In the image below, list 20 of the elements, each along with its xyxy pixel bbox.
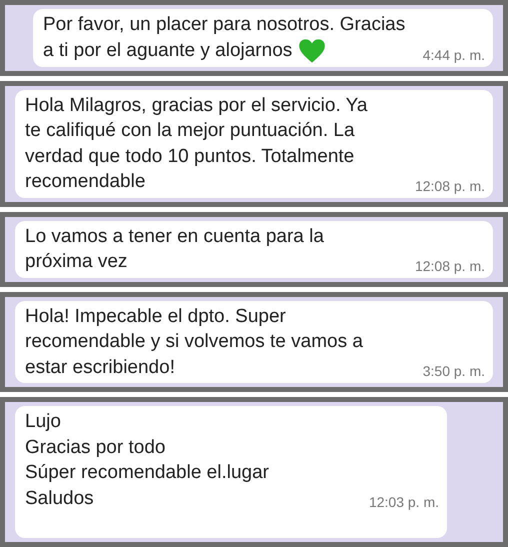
message-text: Súper recomendable el.lugar (25, 462, 269, 483)
message-time: 12:03 p. m. (368, 493, 439, 511)
message-text: Hola! Impecable el dpto. Super (25, 306, 286, 326)
message-text: a ti por el aguante y alojarnos (43, 38, 292, 63)
message-time: 12:08 p. m. (414, 176, 485, 194)
message-text: recomendable y si volvemos te vamos a (25, 331, 363, 352)
message-time: 12:08 p. m. (414, 256, 485, 274)
message-text: Lujo (25, 411, 61, 432)
message-text: Lo vamos a tener en cuenta para la (25, 226, 324, 246)
message-text: recomendable (25, 170, 146, 194)
message-text: estar escribiendo! (25, 356, 175, 380)
message-time: 3:50 p. m. (422, 362, 485, 380)
message-text: te califiqué con la mejor puntuación. La (25, 120, 355, 141)
message-text: Por favor, un placer para nosotros. Gracias (43, 14, 406, 35)
message-time: 4:44 p. m. (422, 46, 485, 64)
message-text: verdad que todo 10 puntos. Totalmente (25, 146, 354, 166)
message-text: Gracias por todo (25, 436, 166, 458)
message-text: Saludos (25, 486, 94, 510)
message-text: próxima vez (25, 250, 128, 274)
message-text: Hola Milagros, gracias por el servicio. Ya (25, 94, 368, 116)
